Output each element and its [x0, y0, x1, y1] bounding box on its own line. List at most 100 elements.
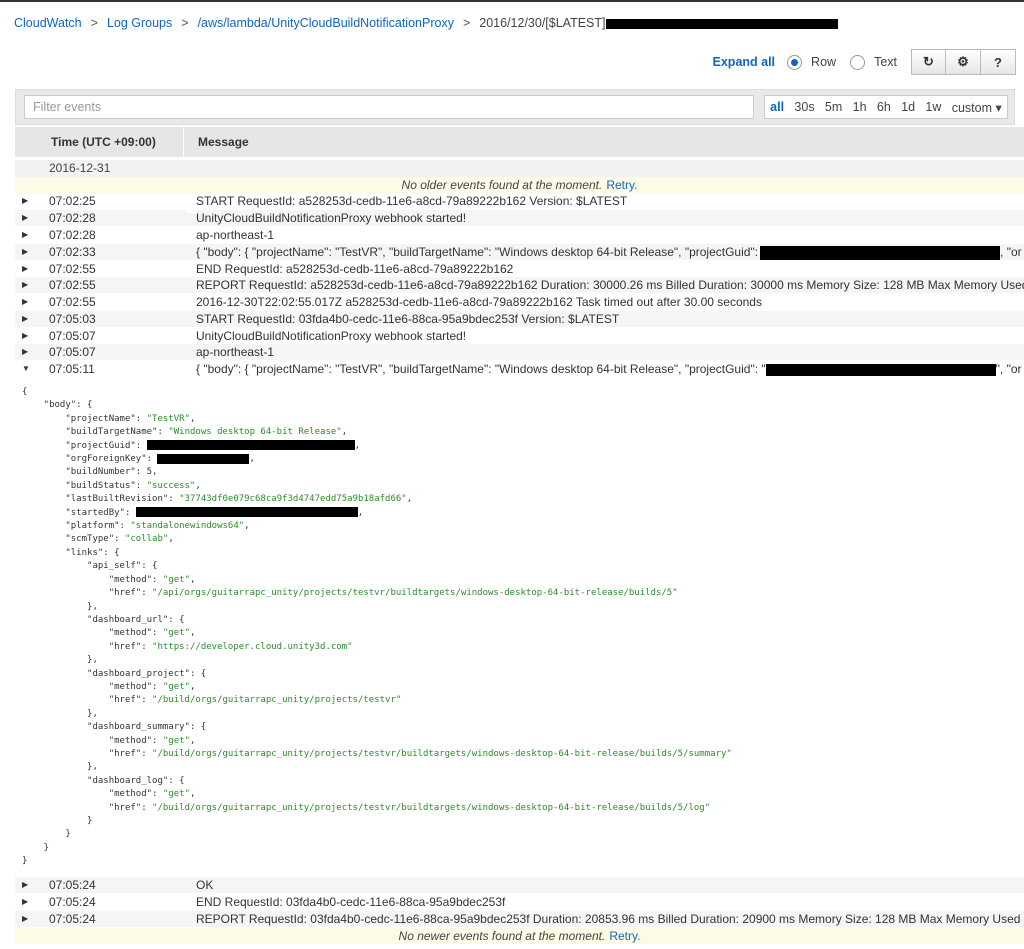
view-toolbar: Expand all Row Text ↻ ⚙ ? — [713, 48, 1016, 76]
log-message: START RequestId: a528253d-cedb-11e6-a8cd… — [196, 194, 628, 208]
log-row[interactable]: ▶ 07:05:07 UnityCloudBuildNotificationProx… — [15, 328, 1024, 344]
log-row[interactable]: ▶ 07:02:55 REPORT RequestId: a528253d-cedb… — [15, 277, 1024, 293]
json-value: "success" — [146, 480, 196, 491]
time-range-selector: all 30s 5m 1h 6h 1d 1w custom ▾ — [764, 95, 1008, 119]
breadcrumb: CloudWatch > Log Groups > /aws/lambda/UnityC… — [14, 16, 838, 32]
refresh-button[interactable]: ↻ — [911, 49, 946, 75]
log-row[interactable]: ▶ 07:05:07 ap-northeast-1 — [15, 344, 1024, 360]
log-message: UnityCloudBuildNotificationProxy webhook… — [196, 211, 467, 225]
log-row[interactable]: ▶ 07:05:24 REPORT RequestId: 03fda4b0-cedc… — [15, 911, 1024, 927]
log-row[interactable]: ▶ 07:05:03 START RequestId: 03fda4b0-cedc-… — [15, 311, 1024, 327]
json-value: "/build/orgs/guitarrapc_unity/projects/t… — [152, 748, 732, 759]
expand-caret-icon[interactable]: ▶ — [22, 311, 28, 327]
older-events-notice: No older events found at the moment. Retr… — [15, 177, 1024, 193]
log-row[interactable]: ▶ 07:05:24 END RequestId: 03fda4b0-cedc-11… — [15, 894, 1024, 910]
breadcrumb-separator: > — [90, 16, 98, 30]
json-value: "/build/orgs/guitarrapc_unity/projects/t… — [152, 802, 711, 813]
json-value: "/api/orgs/guitarrapc_unity/projects/tes… — [152, 588, 678, 599]
log-row[interactable]: ▶ 07:02:33 { "body": { "projectName": "Tes… — [15, 244, 1024, 260]
range-1h[interactable]: 1h — [853, 100, 867, 114]
range-all[interactable]: all — [770, 100, 784, 114]
log-time: 07:02:55 — [49, 262, 96, 276]
redaction-bar — [765, 363, 996, 376]
range-1w[interactable]: 1w — [925, 100, 941, 114]
gear-icon: ⚙ — [957, 54, 969, 69]
redaction-bar — [760, 245, 1001, 260]
log-message: { "body": { "projectName": "TestVR", "bu… — [196, 244, 1022, 260]
breadcrumb-cloudwatch[interactable]: CloudWatch — [14, 16, 82, 30]
log-time: 07:02:55 — [49, 295, 96, 309]
expand-caret-icon[interactable]: ▶ — [22, 328, 28, 344]
date-label: 2016-12-31 — [49, 161, 111, 175]
settings-button[interactable]: ⚙ — [946, 49, 981, 75]
log-message-tail: ", "or — [995, 362, 1022, 376]
help-button[interactable]: ? — [981, 49, 1016, 75]
log-message: START RequestId: 03fda4b0-cedc-11e6-88ca… — [196, 312, 620, 326]
expanded-json-detail: { "body": { "projectName": "TestVR", "bu… — [22, 387, 732, 867]
mouse-cursor-icon — [186, 201, 198, 213]
view-row-radio[interactable]: Row — [787, 54, 836, 70]
json-value: "get" — [162, 789, 190, 800]
json-value: "get" — [162, 735, 190, 746]
log-time: 07:05:24 — [49, 878, 96, 892]
log-time: 07:02:33 — [49, 245, 96, 259]
radio-unselected-icon[interactable] — [850, 54, 866, 70]
expand-caret-icon[interactable]: ▶ — [22, 193, 28, 209]
json-value: 5 — [146, 467, 153, 478]
date-group-row: 2016-12-31 — [15, 160, 1024, 177]
log-time: 07:02:55 — [49, 278, 96, 292]
expand-caret-icon[interactable]: ▶ — [22, 344, 28, 360]
retry-newer-link[interactable]: Retry. — [609, 929, 640, 943]
view-text-label: Text — [874, 55, 897, 69]
radio-selected-icon[interactable] — [787, 54, 803, 70]
log-message-tail: , "or — [1000, 245, 1022, 259]
range-1d[interactable]: 1d — [901, 100, 915, 114]
log-row[interactable]: ▶ 07:02:28 ap-northeast-1 — [15, 227, 1024, 243]
log-row-expanded[interactable]: ▼ 07:05:11 { "body": { "projectName": "Tes… — [15, 361, 1024, 377]
expand-caret-icon[interactable]: ▶ — [22, 277, 28, 293]
column-header-time[interactable]: Time (UTC +09:00) — [15, 127, 183, 157]
log-message: 2016-12-30T22:02:55.017Z a528253d-cedb-1… — [196, 295, 762, 309]
log-message: ap-northeast-1 — [196, 345, 275, 359]
json-value: "collab" — [124, 534, 169, 545]
expand-caret-icon[interactable]: ▶ — [22, 210, 28, 226]
log-row[interactable]: ▶ 07:02:55 2016-12-30T22:02:55.017Z a52825… — [15, 294, 1024, 310]
expand-caret-icon[interactable]: ▶ — [22, 894, 28, 910]
retry-older-link[interactable]: Retry. — [606, 178, 637, 192]
expand-caret-icon[interactable]: ▶ — [22, 877, 28, 893]
log-row[interactable]: ▶ 07:02:25 START RequestId: a528253d-cedb-… — [15, 193, 1024, 209]
expand-caret-icon[interactable]: ▶ — [22, 294, 28, 310]
column-header-message[interactable]: Message — [183, 127, 249, 157]
log-message: END RequestId: a528253d-cedb-11e6-a8cd-7… — [196, 262, 514, 276]
expand-all-link[interactable]: Expand all — [713, 55, 776, 69]
expand-caret-icon[interactable]: ▶ — [22, 911, 28, 927]
expand-caret-icon[interactable]: ▶ — [22, 227, 28, 243]
range-custom-dropdown[interactable]: custom ▾ — [952, 100, 1002, 115]
range-6h[interactable]: 6h — [877, 100, 891, 114]
filter-bar: all 30s 5m 1h 6h 1d 1w custom ▾ — [15, 89, 1015, 125]
log-message-text: { "body": { "projectName": "TestVR", "bu… — [196, 362, 766, 376]
json-value: "37743df0e079c68ca9f3d4747edd75a9b18afd6… — [179, 494, 407, 505]
view-text-radio[interactable]: Text — [850, 54, 897, 70]
log-message-text: { "body": { "projectName": "TestVR", "bu… — [196, 245, 759, 259]
log-row[interactable]: ▶ 07:02:55 END RequestId: a528253d-cedb-11… — [15, 261, 1024, 277]
log-row[interactable]: ▶ 07:02:28 UnityCloudBuildNotificationProx… — [15, 210, 1024, 226]
log-time: 07:02:25 — [49, 194, 96, 208]
breadcrumb-log-groups[interactable]: Log Groups — [107, 16, 172, 30]
filter-events-input[interactable] — [24, 95, 754, 119]
redaction-bar — [146, 440, 355, 451]
json-value: "/build/orgs/guitarrapc_unity/projects/t… — [152, 695, 402, 706]
breadcrumb-current-stream: 2016/12/30/[$LATEST] — [479, 16, 606, 30]
collapse-caret-icon[interactable]: ▼ — [22, 361, 30, 377]
log-time: 07:05:24 — [49, 895, 96, 909]
expand-caret-icon[interactable]: ▶ — [22, 261, 28, 277]
breadcrumb-log-group[interactable]: /aws/lambda/UnityCloudBuildNotificationP… — [198, 16, 454, 30]
range-30s[interactable]: 30s — [794, 100, 814, 114]
log-time: 07:02:28 — [49, 211, 96, 225]
table-header: Time (UTC +09:00) Message — [15, 127, 1024, 157]
log-row[interactable]: ▶ 07:05:24 OK — [15, 877, 1024, 893]
log-time: 07:05:24 — [49, 912, 96, 926]
range-5m[interactable]: 5m — [825, 100, 842, 114]
expand-caret-icon[interactable]: ▶ — [22, 244, 28, 260]
log-message: END RequestId: 03fda4b0-cedc-11e6-88ca-9… — [196, 895, 506, 909]
